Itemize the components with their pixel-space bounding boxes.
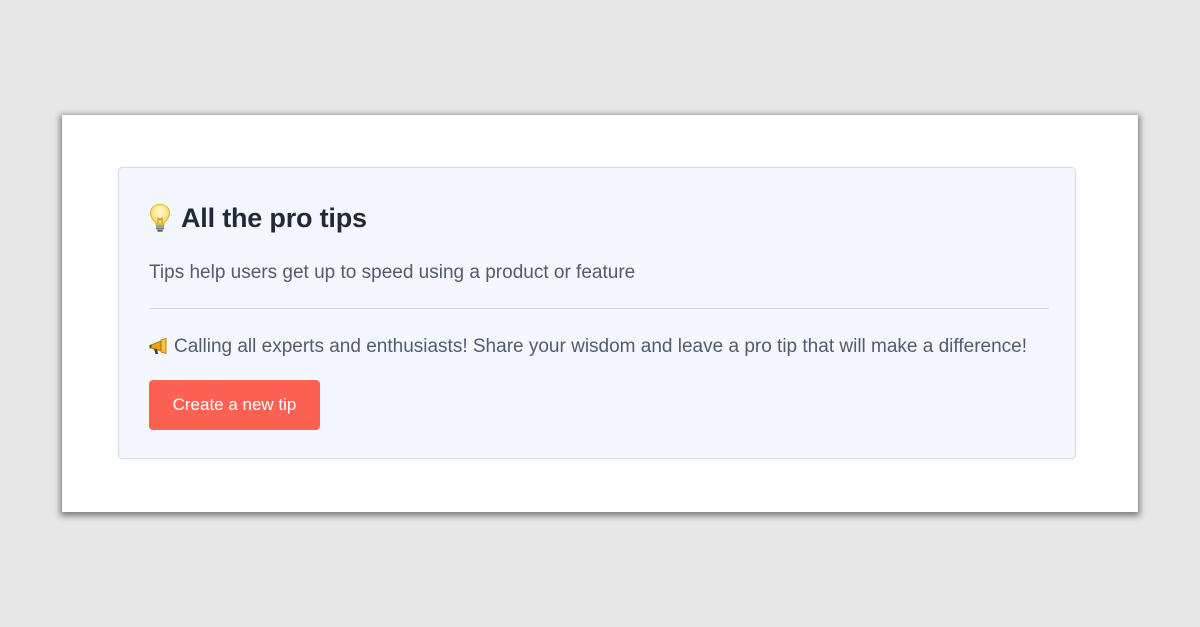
- card-header: All the pro tips: [149, 200, 367, 236]
- callout-message: Calling all experts and enthusiasts! Sha…: [149, 336, 1027, 358]
- megaphone-icon: [149, 337, 169, 356]
- content-frame: All the pro tips Tips help users get up …: [62, 115, 1138, 512]
- callout-text: Calling all experts and enthusiasts! Sha…: [174, 336, 1027, 357]
- card-divider: [149, 308, 1049, 309]
- card-title: All the pro tips: [181, 202, 367, 233]
- pro-tips-card: All the pro tips Tips help users get up …: [118, 167, 1076, 459]
- lightbulb-icon: [149, 203, 171, 233]
- card-subtitle: Tips help users get up to speed using a …: [149, 262, 636, 283]
- create-new-tip-button[interactable]: Create a new tip: [149, 380, 320, 430]
